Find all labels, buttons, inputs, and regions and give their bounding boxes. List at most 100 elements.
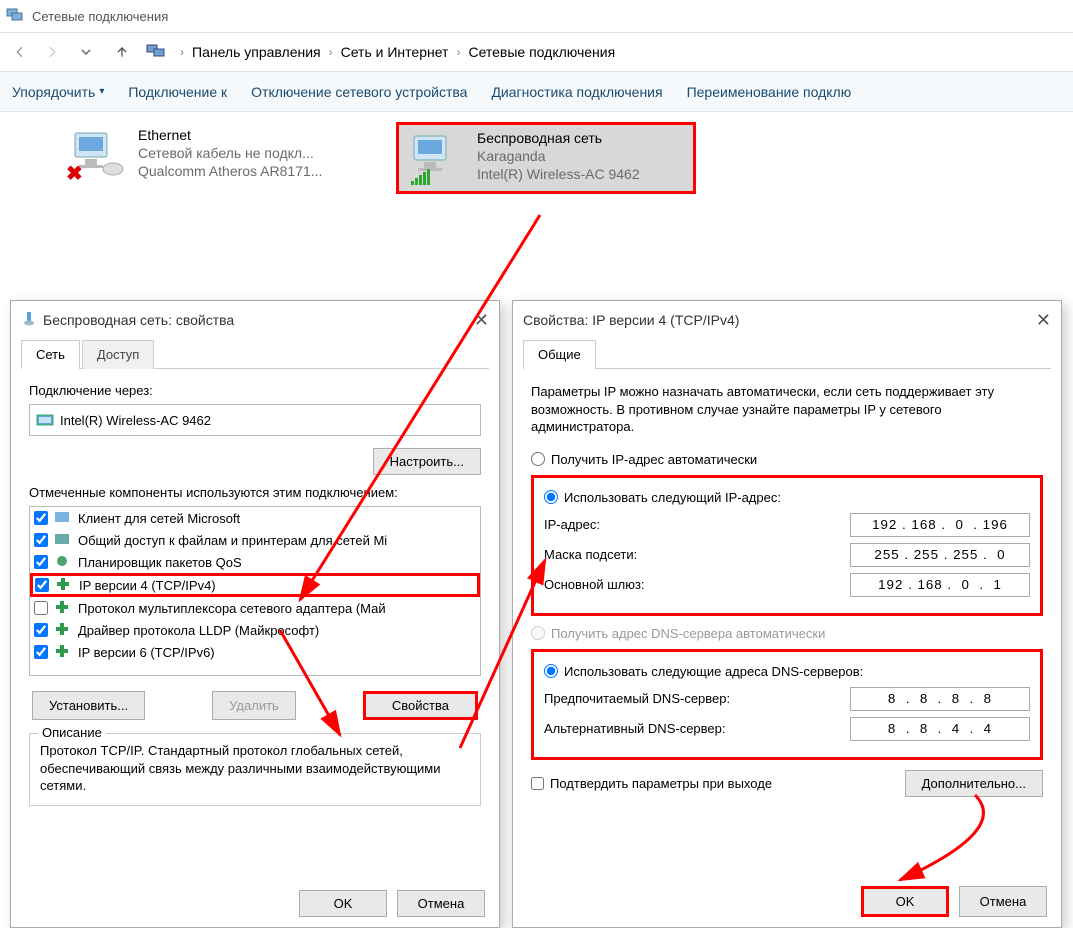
- component-item[interactable]: IP версии 6 (TCP/IPv6): [30, 641, 480, 663]
- nav-up-button[interactable]: [108, 38, 136, 66]
- radio-input[interactable]: [544, 664, 558, 678]
- breadcrumb-category[interactable]: Сеть и Интернет: [341, 44, 449, 60]
- protocol-icon: [54, 621, 72, 639]
- toolbar-organize[interactable]: Упорядочить▾: [12, 84, 104, 100]
- component-label: Общий доступ к файлам и принтерам для се…: [78, 533, 387, 548]
- dialog-title-bar: Свойства: IP версии 4 (TCP/IPv4) ✕: [513, 301, 1061, 339]
- dns1-label: Предпочитаемый DNS-сервер:: [544, 691, 730, 706]
- dialog-title-bar: Беспроводная сеть: свойства ✕: [11, 301, 499, 339]
- intro-text: Параметры IP можно назначать автоматичес…: [531, 383, 1043, 436]
- radio-label: Использовать следующие адреса DNS-сервер…: [564, 664, 863, 679]
- cancel-button[interactable]: Отмена: [397, 890, 485, 917]
- component-checkbox[interactable]: [34, 645, 48, 659]
- dns1-input[interactable]: [850, 687, 1030, 711]
- component-label: Протокол мультиплексора сетевого адаптер…: [78, 601, 386, 616]
- component-checkbox[interactable]: [34, 601, 48, 615]
- breadcrumb-leaf[interactable]: Сетевые подключения: [468, 44, 615, 60]
- advanced-button[interactable]: Дополнительно...: [905, 770, 1043, 797]
- adapter-status: Сетевой кабель не подкл...: [138, 144, 322, 162]
- ip-input[interactable]: [850, 513, 1030, 537]
- component-item-ipv4[interactable]: IP версии 4 (TCP/IPv4): [30, 573, 480, 597]
- nav-forward-button[interactable]: [38, 38, 66, 66]
- radio-label: Получить адрес DNS-сервера автоматически: [551, 626, 825, 641]
- radio-ip-manual[interactable]: Использовать следующий IP-адрес:: [544, 490, 1030, 505]
- component-checkbox[interactable]: [34, 623, 48, 637]
- breadcrumb-root[interactable]: Панель управления: [192, 44, 321, 60]
- window-title-bar: Сетевые подключения: [0, 0, 1073, 32]
- component-checkbox[interactable]: [34, 533, 48, 547]
- adapter-status: Karaganda: [477, 147, 640, 165]
- install-button[interactable]: Установить...: [32, 691, 145, 720]
- component-label: Клиент для сетей Microsoft: [78, 511, 240, 526]
- confirm-on-exit-check[interactable]: Подтвердить параметры при выходе: [531, 776, 772, 791]
- properties-button[interactable]: Свойства: [363, 691, 478, 720]
- ipv4-properties-dialog: Свойства: IP версии 4 (TCP/IPv4) ✕ Общие…: [512, 300, 1062, 928]
- cancel-button[interactable]: Отмена: [959, 886, 1047, 917]
- dns2-input[interactable]: [850, 717, 1030, 741]
- adapter-ethernet[interactable]: ✖ Ethernet Сетевой кабель не подкл... Qu…: [60, 122, 360, 188]
- configure-button[interactable]: Настроить...: [373, 448, 481, 475]
- ip-manual-group: Использовать следующий IP-адрес: IP-адре…: [531, 475, 1043, 616]
- close-button[interactable]: ✕: [1036, 310, 1051, 331]
- close-button[interactable]: ✕: [474, 310, 489, 331]
- adapter-wireless[interactable]: Беспроводная сеть Karaganda Intel(R) Wir…: [396, 122, 696, 194]
- adapter-name: Беспроводная сеть: [477, 129, 640, 147]
- description-text: Протокол TCP/IP. Стандартный протокол гл…: [40, 742, 470, 795]
- breadcrumb-separator: ›: [329, 45, 333, 59]
- radio-ip-auto[interactable]: Получить IP-адрес автоматически: [531, 452, 1043, 467]
- adapter-wireless-icon: [407, 129, 467, 187]
- protocol-icon: [55, 576, 73, 594]
- nic-icon: [36, 411, 54, 429]
- toolbar-disable[interactable]: Отключение сетевого устройства: [251, 84, 467, 100]
- share-icon: [54, 531, 72, 549]
- checkbox[interactable]: [531, 777, 544, 790]
- dialog-title: Беспроводная сеть: свойства: [43, 312, 234, 328]
- component-item[interactable]: Планировщик пакетов QoS: [30, 551, 480, 573]
- toolbar-rename[interactable]: Переименование подклю: [687, 84, 852, 100]
- address-bar: › Панель управления › Сеть и Интернет › …: [0, 32, 1073, 72]
- tab-general[interactable]: Общие: [523, 340, 596, 369]
- mask-label: Маска подсети:: [544, 547, 637, 562]
- ok-button[interactable]: OK: [299, 890, 387, 917]
- radio-input[interactable]: [531, 452, 545, 466]
- signal-bars-icon: [411, 169, 430, 185]
- protocol-icon: [54, 599, 72, 617]
- component-item[interactable]: Общий доступ к файлам и принтерам для се…: [30, 529, 480, 551]
- breadcrumb-separator: ›: [456, 45, 460, 59]
- tab-network[interactable]: Сеть: [21, 340, 80, 369]
- radio-label: Получить IP-адрес автоматически: [551, 452, 757, 467]
- component-item[interactable]: Драйвер протокола LLDP (Майкрософт): [30, 619, 480, 641]
- dns2-label: Альтернативный DNS-сервер:: [544, 721, 726, 736]
- dialog-tabs: Общие: [523, 339, 1051, 369]
- gateway-input[interactable]: [850, 573, 1030, 597]
- radio-dns-manual[interactable]: Использовать следующие адреса DNS-сервер…: [544, 664, 1030, 679]
- nav-back-button[interactable]: [6, 38, 34, 66]
- mask-input[interactable]: [850, 543, 1030, 567]
- radio-dns-auto: Получить адрес DNS-сервера автоматически: [531, 626, 1043, 641]
- component-label: Драйвер протокола LLDP (Майкрософт): [78, 623, 319, 638]
- component-label: Планировщик пакетов QoS: [78, 555, 242, 570]
- protocol-icon: [54, 643, 72, 661]
- components-list[interactable]: Клиент для сетей Microsoft Общий доступ …: [29, 506, 481, 676]
- component-checkbox[interactable]: [34, 511, 48, 525]
- components-label: Отмеченные компоненты используются этим …: [29, 485, 481, 500]
- breadcrumb-root-icon: [146, 43, 166, 62]
- tab-access[interactable]: Доступ: [82, 340, 154, 369]
- radio-input[interactable]: [544, 490, 558, 504]
- toolbar-connect[interactable]: Подключение к: [128, 84, 227, 100]
- check-label: Подтвердить параметры при выходе: [550, 776, 772, 791]
- description-group: Описание Протокол TCP/IP. Стандартный пр…: [29, 733, 481, 806]
- dialog-title: Свойства: IP версии 4 (TCP/IPv4): [523, 312, 739, 328]
- ok-button[interactable]: OK: [861, 886, 949, 917]
- component-label: IP версии 6 (TCP/IPv6): [78, 645, 215, 660]
- nav-recent-button[interactable]: [70, 38, 102, 66]
- component-checkbox[interactable]: [35, 578, 49, 592]
- toolbar-diagnose[interactable]: Диагностика подключения: [491, 84, 662, 100]
- adapter-properties-dialog: Беспроводная сеть: свойства ✕ Сеть Досту…: [10, 300, 500, 928]
- remove-button: Удалить: [212, 691, 296, 720]
- connect-via-value: Intel(R) Wireless-AC 9462: [60, 413, 211, 428]
- component-item[interactable]: Клиент для сетей Microsoft: [30, 507, 480, 529]
- adapter-device: Qualcomm Atheros AR8171...: [138, 162, 322, 180]
- component-item[interactable]: Протокол мультиплексора сетевого адаптер…: [30, 597, 480, 619]
- component-checkbox[interactable]: [34, 555, 48, 569]
